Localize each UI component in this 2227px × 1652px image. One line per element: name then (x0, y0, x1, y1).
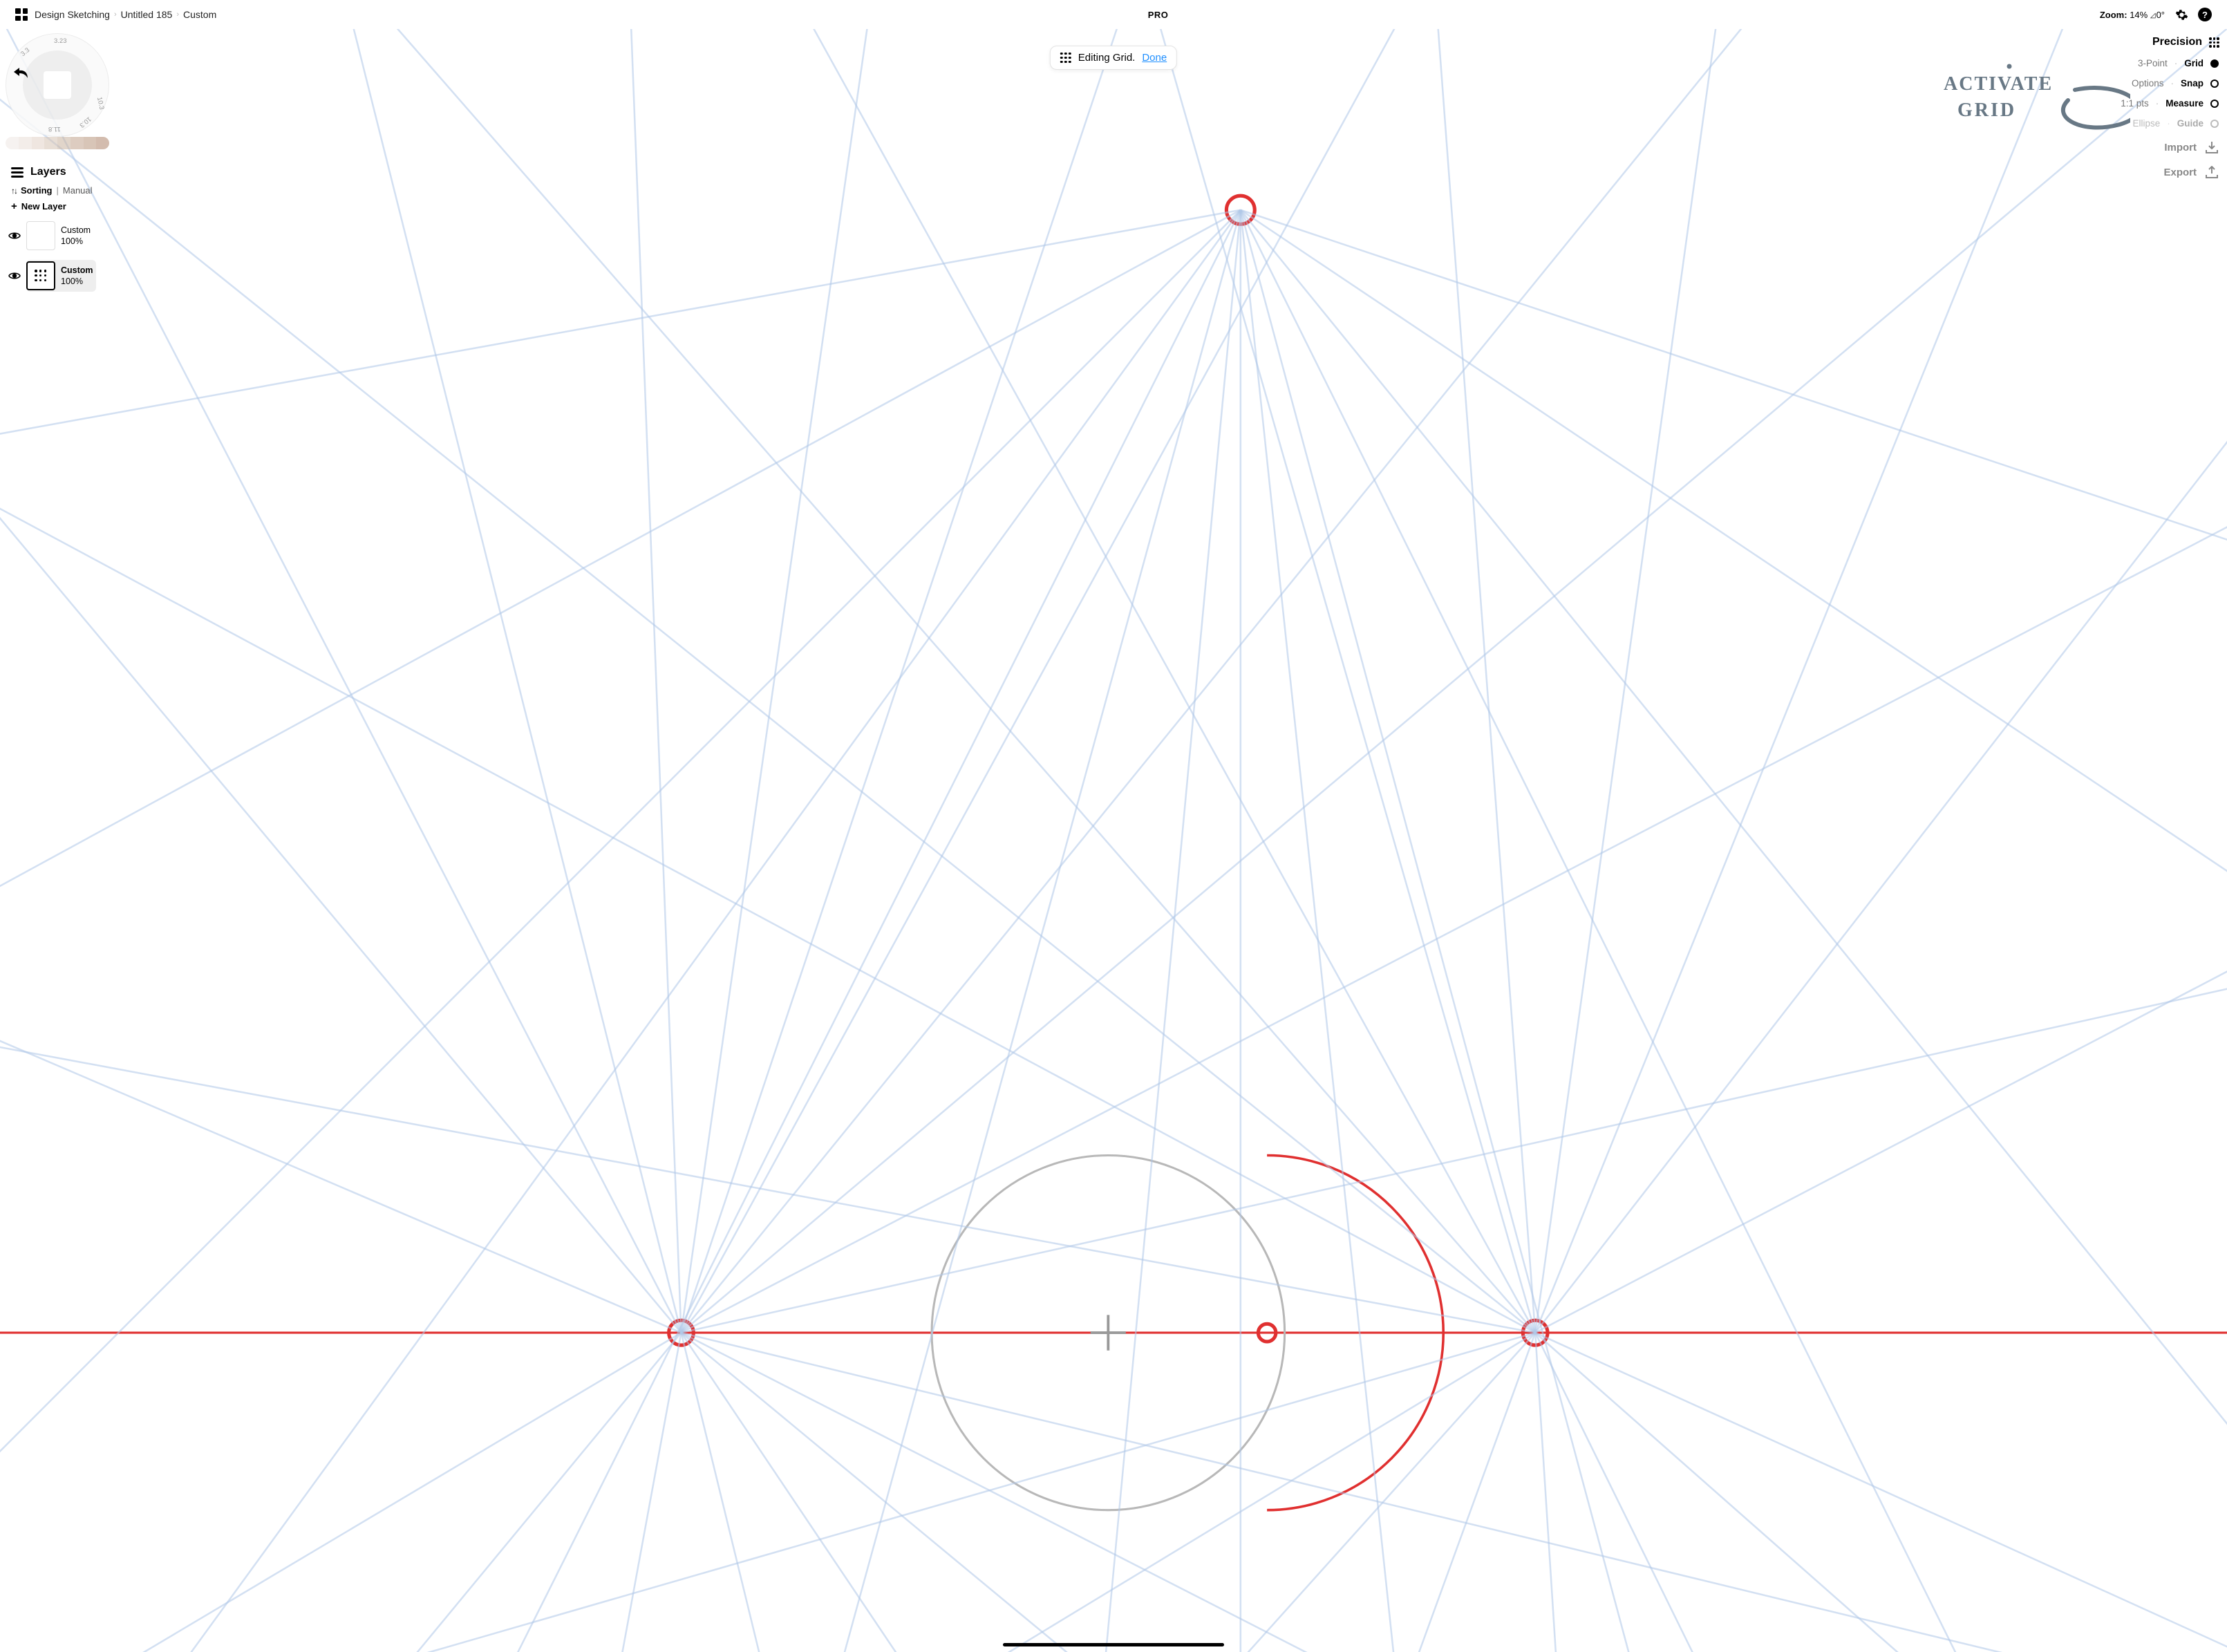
radio-icon[interactable] (2210, 120, 2219, 128)
radio-icon[interactable] (2210, 79, 2219, 88)
precision-title: Precision (2152, 36, 2202, 48)
radio-icon[interactable] (2210, 100, 2219, 108)
plus-icon: + (11, 201, 17, 212)
row-sublabel: Options (2132, 78, 2164, 88)
crumb-project[interactable]: Design Sketching (35, 9, 110, 20)
chevron-right-icon: › (114, 10, 117, 19)
wheel-segment-label: 3.23 (54, 37, 67, 45)
help-icon[interactable]: ? (2198, 8, 2212, 21)
crumb-file[interactable]: Untitled 185 (121, 9, 173, 20)
chevron-right-icon: › (176, 10, 179, 19)
layer-row[interactable]: Custom 100% (7, 218, 124, 253)
grid-dots-icon (1060, 53, 1071, 64)
row-label: Grid (2184, 58, 2203, 68)
gear-icon[interactable] (2174, 8, 2188, 21)
precision-row-guide[interactable]: Ellipse · Guide (2121, 118, 2219, 129)
import-label: Import (2164, 142, 2197, 153)
row-sublabel: Ellipse (2132, 118, 2160, 129)
export-label: Export (2163, 167, 2197, 178)
row-label: Guide (2177, 118, 2203, 129)
layers-sort[interactable]: ↑↓ Sorting | Manual (7, 182, 124, 198)
drawing-canvas[interactable]: ACTIVATE GRID (0, 29, 2227, 1652)
topbar: Design Sketching › Untitled 185 › Custom… (0, 0, 2227, 29)
pro-badge: PRO (1148, 10, 1169, 20)
new-layer-label: New Layer (21, 201, 66, 212)
precision-row-grid[interactable]: 3-Point · Grid (2121, 58, 2219, 68)
zoom-value: 14% (2130, 10, 2148, 20)
precision-row-measure[interactable]: 1:1 pts · Measure (2121, 98, 2219, 109)
eye-icon[interactable] (8, 270, 21, 282)
layers-title: Layers (30, 166, 66, 178)
breadcrumb: Design Sketching › Untitled 185 › Custom (35, 9, 216, 20)
sort-label: Sorting (21, 185, 53, 196)
angle-icon: ◿ (2150, 12, 2156, 19)
radio-icon[interactable] (2210, 59, 2219, 68)
layer-thumb[interactable] (26, 221, 55, 250)
perspective-grid (0, 29, 2227, 1652)
layer-name: Custom (61, 225, 91, 236)
layer-row[interactable]: Custom 100% (7, 257, 124, 294)
layers-panel: Layers ↑↓ Sorting | Manual + New Layer C… (7, 162, 124, 294)
import-button[interactable]: Import (2121, 141, 2219, 153)
gallery-icon[interactable] (15, 8, 28, 21)
grid-dots-icon (2209, 37, 2219, 47)
layer-opacity: 100% (61, 276, 93, 287)
home-indicator (1003, 1643, 1224, 1646)
sort-mode: Manual (63, 185, 93, 196)
precision-row-snap[interactable]: Options · Snap (2121, 78, 2219, 88)
row-sublabel: 3-Point (2138, 58, 2168, 68)
row-label: Snap (2181, 78, 2203, 88)
undo-icon[interactable] (12, 64, 30, 82)
eye-icon[interactable] (8, 229, 21, 242)
row-sublabel: 1:1 pts (2121, 98, 2149, 109)
done-button[interactable]: Done (1142, 52, 1167, 64)
angle-value: 0° (2156, 10, 2165, 20)
precision-panel: Precision 3-Point · Grid Options · Snap … (2121, 36, 2219, 178)
layers-icon (11, 167, 24, 178)
checker-icon (44, 71, 71, 99)
brush-wheel[interactable]: 3.23 3.3 10.3 11.8 10.3 (6, 33, 109, 137)
new-layer-button[interactable]: + New Layer (7, 198, 124, 214)
layers-header[interactable]: Layers (7, 162, 124, 182)
grid-dots-icon (35, 270, 47, 282)
wheel-segment-label: 11.8 (48, 125, 61, 133)
editing-grid-pill: Editing Grid. Done (1050, 46, 1177, 70)
layer-thumb[interactable] (26, 261, 55, 290)
export-button[interactable]: Export (2121, 166, 2219, 178)
zoom-label: Zoom: (2100, 10, 2127, 20)
row-label: Measure (2165, 98, 2203, 109)
layer-opacity: 100% (61, 236, 91, 247)
zoom-indicator[interactable]: Zoom: 14% ◿0° (2100, 10, 2165, 20)
sort-arrows-icon: ↑↓ (11, 186, 17, 196)
layer-name: Custom (61, 265, 93, 276)
precision-header[interactable]: Precision (2121, 36, 2219, 48)
editing-grid-label: Editing Grid. (1078, 52, 1136, 64)
crumb-layer[interactable]: Custom (183, 9, 216, 20)
color-palette-strip[interactable] (6, 137, 109, 149)
